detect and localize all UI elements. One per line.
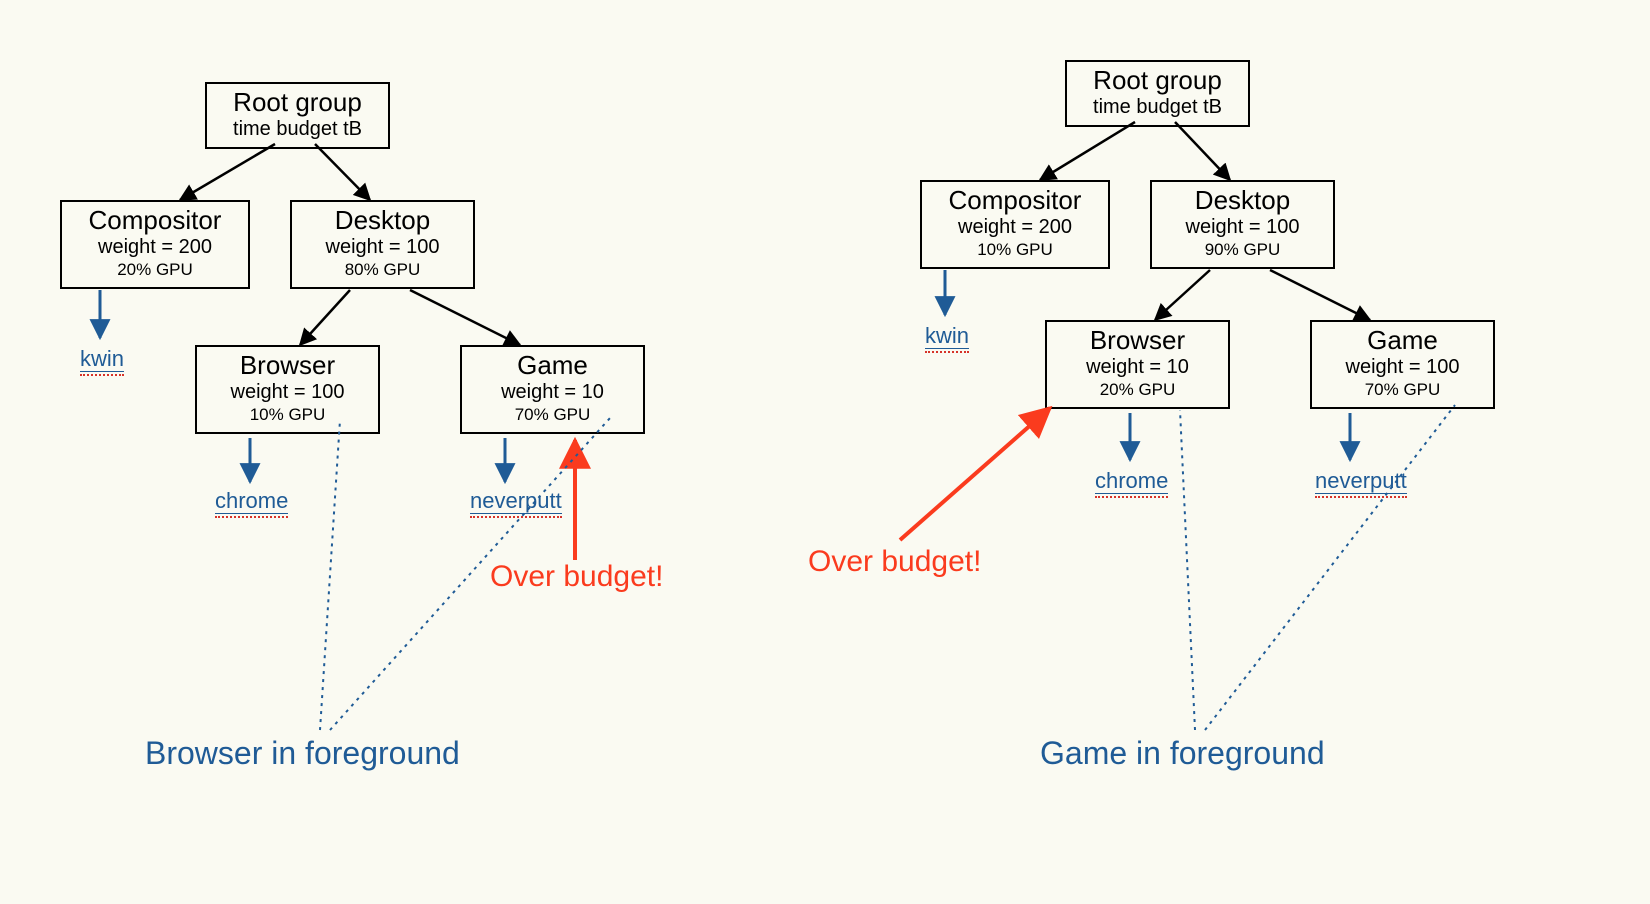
right-desktop-title: Desktop bbox=[1160, 186, 1325, 216]
left-desktop-node: Desktop weight = 100 80% GPU bbox=[290, 200, 475, 289]
left-root-node: Root group time budget tB bbox=[205, 82, 390, 149]
right-root-node: Root group time budget tB bbox=[1065, 60, 1250, 127]
left-desktop-title: Desktop bbox=[300, 206, 465, 236]
left-desktop-sub: weight = 100 bbox=[300, 236, 465, 259]
right-browser-node: Browser weight = 10 20% GPU bbox=[1045, 320, 1230, 409]
left-proc-neverputt: neverputt bbox=[470, 490, 562, 514]
left-game-title: Game bbox=[470, 351, 635, 381]
right-compositor-node: Compositor weight = 200 10% GPU bbox=[920, 180, 1110, 269]
right-desktop-sub: weight = 100 bbox=[1160, 216, 1325, 239]
left-desktop-gpu: 80% GPU bbox=[300, 259, 465, 281]
right-caption: Game in foreground bbox=[1040, 735, 1325, 772]
right-proc-neverputt: neverputt bbox=[1315, 470, 1407, 494]
right-proc-kwin: kwin bbox=[925, 325, 969, 349]
left-game-sub: weight = 10 bbox=[470, 381, 635, 404]
left-caption: Browser in foreground bbox=[145, 735, 460, 772]
right-desktop-gpu: 90% GPU bbox=[1160, 239, 1325, 261]
right-root-sub: time budget tB bbox=[1075, 96, 1240, 119]
right-browser-sub: weight = 10 bbox=[1055, 356, 1220, 379]
right-game-sub: weight = 100 bbox=[1320, 356, 1485, 379]
right-compositor-sub: weight = 200 bbox=[930, 216, 1100, 239]
left-proc-kwin: kwin bbox=[80, 348, 124, 372]
left-browser-node: Browser weight = 100 10% GPU bbox=[195, 345, 380, 434]
right-compositor-title: Compositor bbox=[930, 186, 1100, 216]
left-game-gpu: 70% GPU bbox=[470, 404, 635, 426]
left-root-title: Root group bbox=[215, 88, 380, 118]
left-root-sub: time budget tB bbox=[215, 118, 380, 141]
left-compositor-gpu: 20% GPU bbox=[70, 259, 240, 281]
left-compositor-sub: weight = 200 bbox=[70, 236, 240, 259]
right-game-node: Game weight = 100 70% GPU bbox=[1310, 320, 1495, 409]
right-game-gpu: 70% GPU bbox=[1320, 379, 1485, 401]
left-proc-chrome: chrome bbox=[215, 490, 288, 514]
left-browser-gpu: 10% GPU bbox=[205, 404, 370, 426]
right-game-title: Game bbox=[1320, 326, 1485, 356]
left-browser-title: Browser bbox=[205, 351, 370, 381]
right-over-budget-label: Over budget! bbox=[808, 545, 981, 579]
left-browser-sub: weight = 100 bbox=[205, 381, 370, 404]
left-compositor-node: Compositor weight = 200 20% GPU bbox=[60, 200, 250, 289]
right-root-title: Root group bbox=[1075, 66, 1240, 96]
right-compositor-gpu: 10% GPU bbox=[930, 239, 1100, 261]
right-proc-chrome: chrome bbox=[1095, 470, 1168, 494]
right-desktop-node: Desktop weight = 100 90% GPU bbox=[1150, 180, 1335, 269]
left-game-node: Game weight = 10 70% GPU bbox=[460, 345, 645, 434]
left-compositor-title: Compositor bbox=[70, 206, 240, 236]
right-browser-title: Browser bbox=[1055, 326, 1220, 356]
right-browser-gpu: 20% GPU bbox=[1055, 379, 1220, 401]
left-over-budget-label: Over budget! bbox=[490, 560, 663, 594]
